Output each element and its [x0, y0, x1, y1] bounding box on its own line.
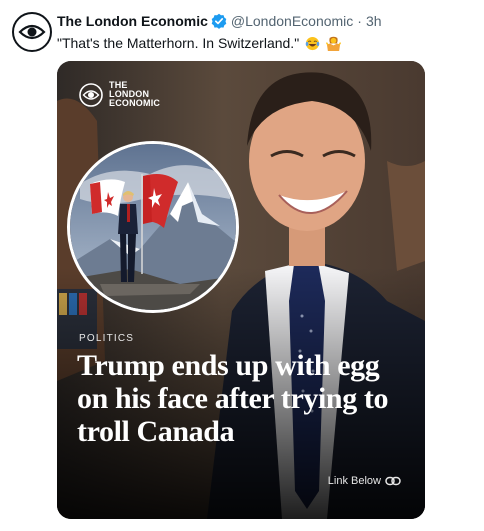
author-avatar[interactable] — [12, 12, 52, 52]
eye-logo-icon — [79, 82, 103, 107]
article-category: POLITICS — [79, 333, 135, 344]
link-icon — [385, 476, 401, 486]
inset-photo — [67, 141, 239, 313]
headline-line: on his face after trying to — [77, 382, 389, 415]
header-separator: · — [357, 13, 362, 29]
eye-logo-icon — [18, 24, 46, 40]
tweet-text: "That's the Matterhorn. In Switzerland." — [57, 35, 300, 51]
tweet-header: The London Economic @LondonEconomic · 3h — [57, 12, 476, 30]
tweet-text-row: "That's the Matterhorn. In Switzerland." — [57, 34, 341, 52]
verified-badge-icon — [211, 13, 227, 29]
headline-line: Trump ends up with egg — [77, 349, 380, 382]
person-shrugging-icon — [325, 36, 341, 51]
matterhorn-scene — [70, 144, 236, 310]
author-name[interactable]: The London Economic — [57, 12, 208, 30]
article-card-image[interactable]: THE LONDON ECONOMIC POLITICS Trump ends … — [57, 61, 425, 519]
face-with-tears-of-joy-icon — [305, 36, 320, 51]
author-handle[interactable]: @LondonEconomic — [231, 12, 353, 30]
tweet-timestamp[interactable]: 3h — [366, 12, 382, 30]
headline-line: troll Canada — [77, 415, 235, 448]
link-below-text: Link Below — [327, 475, 381, 487]
publisher-logo: THE LONDON ECONOMIC — [79, 81, 160, 108]
article-headline: Trump ends up with egg on his face after… — [77, 349, 407, 448]
wordmark-line: ECONOMIC — [109, 98, 161, 108]
link-below-label[interactable]: Link Below — [328, 475, 401, 487]
publisher-wordmark: THE LONDON ECONOMIC — [109, 81, 160, 108]
